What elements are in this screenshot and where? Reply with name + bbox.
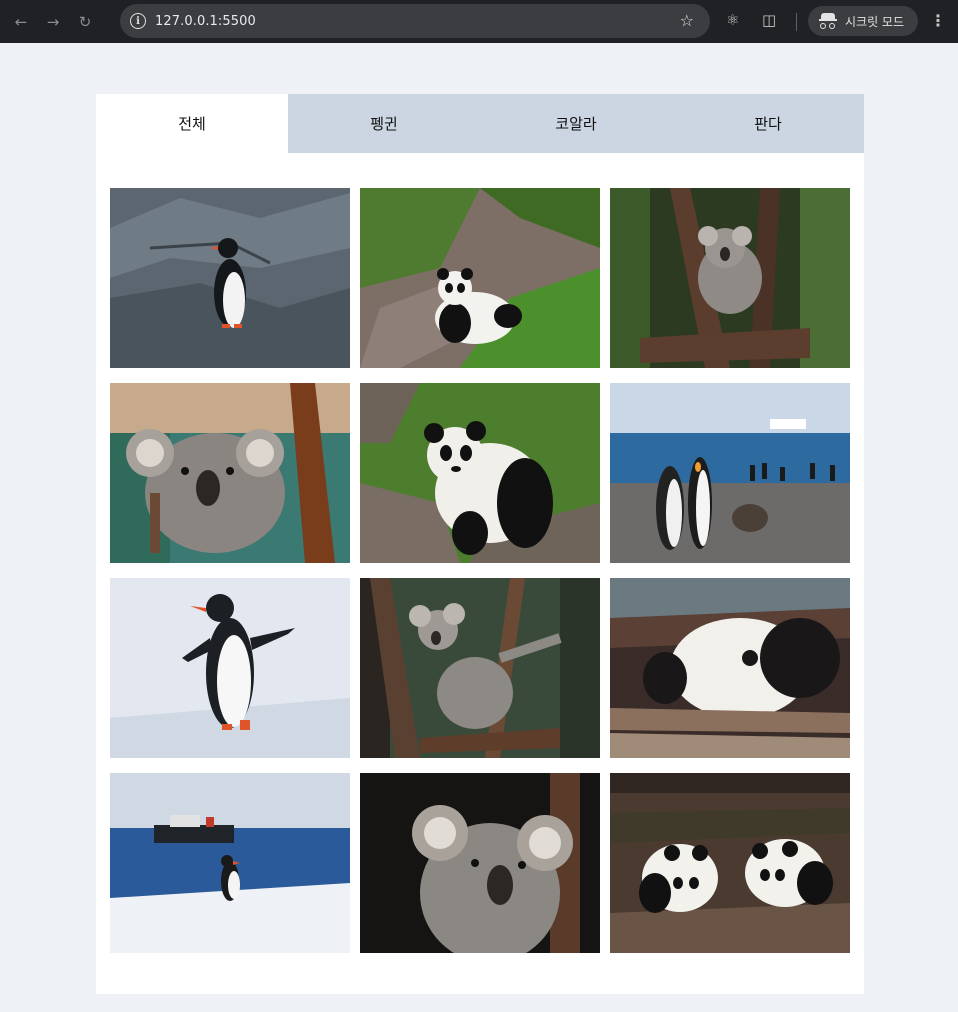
tab-panda[interactable]: 판다 bbox=[672, 94, 864, 153]
toolbar-divider bbox=[796, 13, 797, 31]
photo-grid bbox=[110, 188, 850, 953]
tab-label: 펭귄 bbox=[370, 115, 398, 133]
info-icon[interactable]: i bbox=[130, 13, 146, 29]
koala-photo[interactable] bbox=[610, 188, 850, 368]
panda-photo[interactable] bbox=[360, 188, 600, 368]
gallery-container: 전체 펭귄 코알라 판다 bbox=[96, 94, 864, 994]
panda-photo[interactable] bbox=[610, 773, 850, 953]
penguin-photo[interactable] bbox=[110, 773, 350, 953]
reload-icon[interactable]: ↻ bbox=[72, 9, 98, 35]
penguin-photo[interactable] bbox=[610, 383, 850, 563]
incognito-icon bbox=[819, 13, 841, 29]
tab-label: 전체 bbox=[178, 115, 206, 133]
forward-arrow-icon[interactable]: → bbox=[40, 9, 66, 35]
penguin-photo[interactable] bbox=[110, 578, 350, 758]
browser-toolbar: ← → ↻ i 127.0.0.1:5500 ☆ ⚛ ◫ 시크릿 모드 ⋮ bbox=[0, 0, 958, 43]
react-icon[interactable]: ⚛ bbox=[726, 11, 739, 29]
star-icon[interactable]: ☆ bbox=[680, 11, 694, 30]
panda-image bbox=[360, 188, 600, 368]
penguin-image bbox=[110, 773, 350, 953]
incognito-label: 시크릿 모드 bbox=[845, 14, 905, 29]
koala-image bbox=[360, 773, 600, 953]
incognito-badge[interactable]: 시크릿 모드 bbox=[808, 6, 918, 36]
penguin-image bbox=[110, 578, 350, 758]
panda-photo[interactable] bbox=[610, 578, 850, 758]
tab-label: 판다 bbox=[754, 115, 782, 133]
panda-image bbox=[610, 578, 850, 758]
tab-all[interactable]: 전체 bbox=[96, 94, 288, 153]
animal-tabs: 전체 펭귄 코알라 판다 bbox=[96, 94, 864, 153]
panda-image bbox=[360, 383, 600, 563]
koala-photo[interactable] bbox=[360, 773, 600, 953]
address-bar[interactable]: i 127.0.0.1:5500 ☆ bbox=[120, 4, 710, 38]
tab-label: 코알라 bbox=[555, 115, 597, 133]
panda-photo[interactable] bbox=[360, 383, 600, 563]
koala-photo[interactable] bbox=[110, 383, 350, 563]
panda-image bbox=[610, 773, 850, 953]
penguin-photo[interactable] bbox=[110, 188, 350, 368]
koala-photo[interactable] bbox=[360, 578, 600, 758]
extensions-icon[interactable]: ◫ bbox=[762, 11, 776, 29]
koala-image bbox=[610, 188, 850, 368]
penguin-image bbox=[610, 383, 850, 563]
back-arrow-icon[interactable]: ← bbox=[8, 9, 34, 35]
penguin-image bbox=[110, 188, 350, 368]
tab-penguin[interactable]: 펭귄 bbox=[288, 94, 480, 153]
menu-icon[interactable]: ⋮ bbox=[930, 11, 946, 30]
url-text[interactable]: 127.0.0.1:5500 bbox=[155, 14, 256, 29]
koala-image bbox=[360, 578, 600, 758]
koala-image bbox=[110, 383, 350, 563]
tab-koala[interactable]: 코알라 bbox=[480, 94, 672, 153]
